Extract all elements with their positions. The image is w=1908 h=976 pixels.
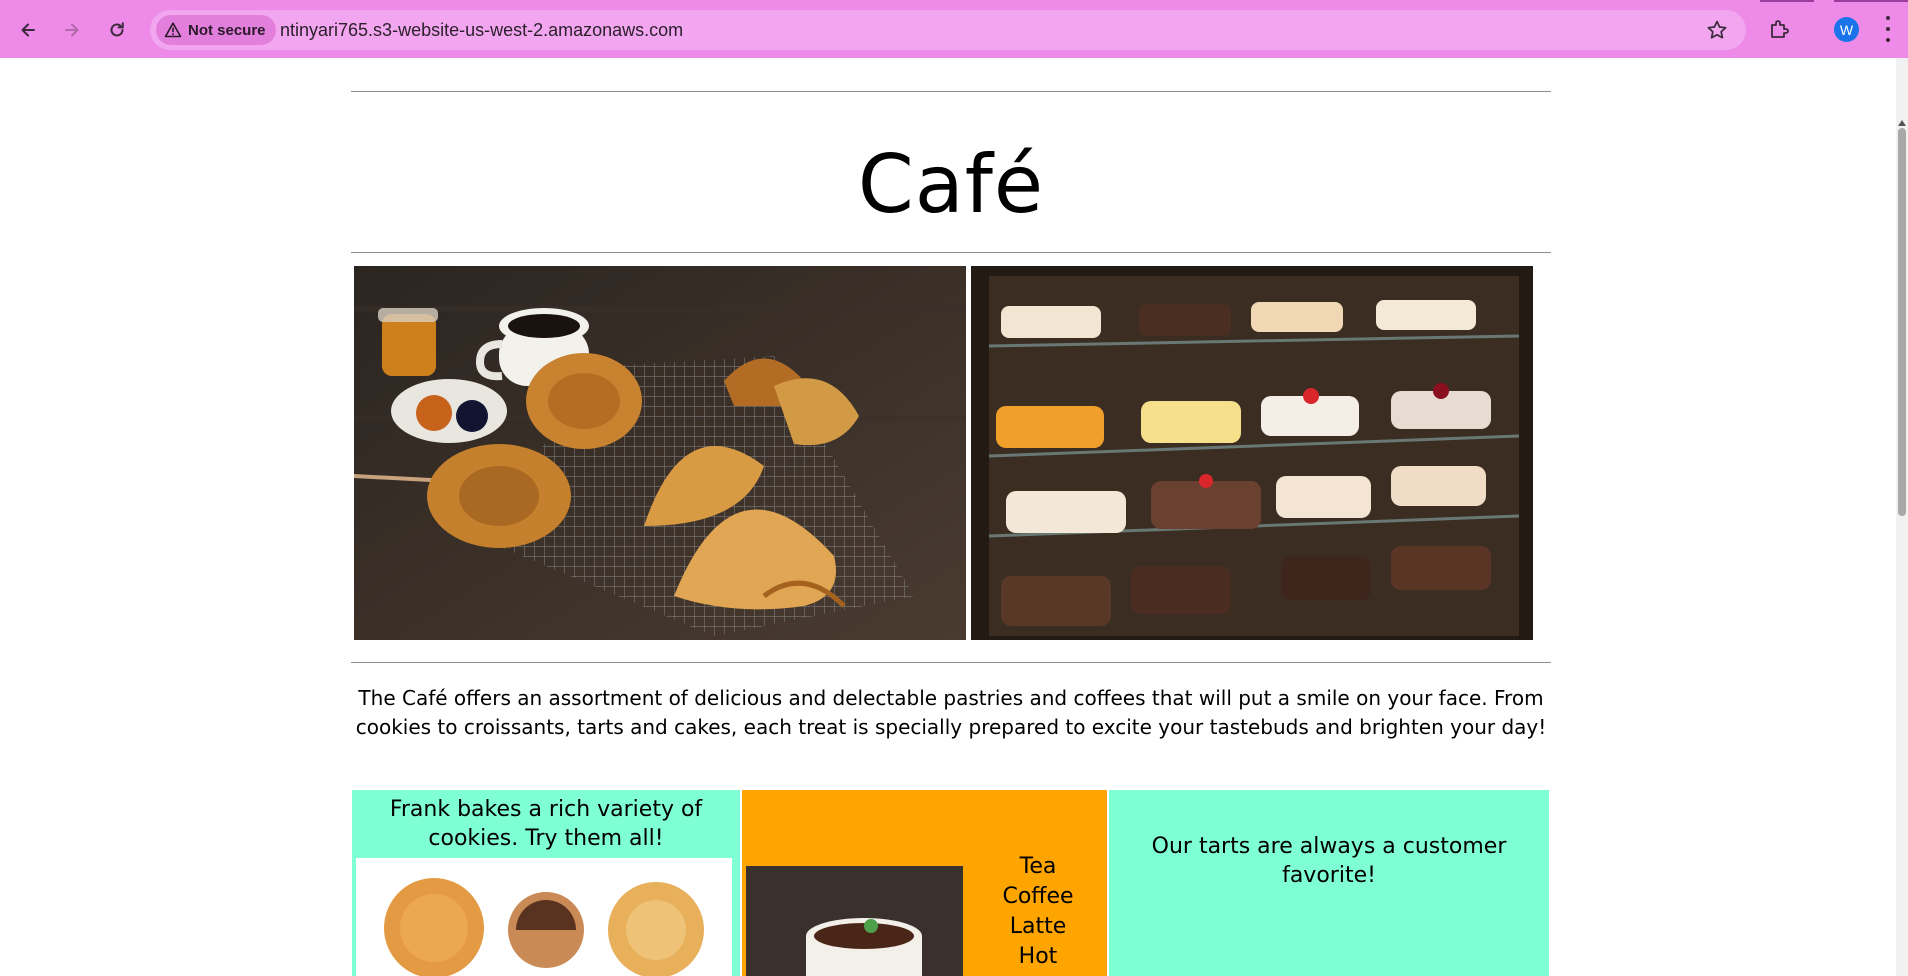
back-arrow-icon bbox=[21, 23, 35, 37]
intro-paragraph: The Café offers an assortment of delicio… bbox=[355, 686, 1547, 739]
reload-button[interactable] bbox=[101, 14, 133, 46]
page-title: Café bbox=[857, 138, 1045, 231]
drink-item: Coffee bbox=[1002, 884, 1074, 909]
back-button[interactable] bbox=[12, 14, 44, 46]
bookmark-star-icon[interactable] bbox=[1706, 19, 1728, 41]
cake-display-image bbox=[971, 266, 1533, 640]
cookies-text: Frank bakes a rich variety of cookies. T… bbox=[389, 797, 703, 851]
tarts-card: Our tarts are always a customer favorite… bbox=[1109, 790, 1549, 976]
hot-chocolate-image bbox=[746, 866, 963, 976]
scroll-up-arrow-icon[interactable] bbox=[1898, 120, 1906, 126]
extensions-puzzle-icon[interactable] bbox=[1768, 17, 1792, 41]
forward-arrow-icon bbox=[65, 23, 79, 37]
warning-icon bbox=[164, 22, 182, 38]
tab-strip-edge bbox=[1760, 0, 1814, 2]
address-bar[interactable]: Not secure ntinyari765.s3-website-us-wes… bbox=[150, 10, 1746, 50]
cookies-image bbox=[356, 858, 732, 976]
reload-icon bbox=[110, 22, 124, 37]
scroll-thumb[interactable] bbox=[1898, 128, 1906, 516]
url-text[interactable]: ntinyari765.s3-website-us-west-2.amazona… bbox=[280, 20, 683, 41]
coffee-card: Tea Coffee Latte Hot bbox=[740, 790, 1109, 976]
drink-item: Latte bbox=[1009, 914, 1067, 939]
security-chip-label: Not secure bbox=[188, 21, 266, 39]
menu-kebab-icon[interactable] bbox=[1884, 16, 1892, 42]
divider bbox=[351, 252, 1551, 253]
tarts-text: Our tarts are always a customer favorite… bbox=[1151, 834, 1507, 888]
cookies-card: Frank bakes a rich variety of cookies. T… bbox=[352, 790, 740, 976]
profile-avatar[interactable]: W bbox=[1834, 17, 1859, 42]
security-chip[interactable]: Not secure bbox=[156, 15, 276, 45]
page-viewport: Café The Café offers an assortment of de… bbox=[0, 58, 1908, 976]
drink-item: Tea bbox=[1019, 854, 1057, 879]
divider bbox=[351, 662, 1551, 663]
pastries-image bbox=[354, 266, 966, 640]
drinks-list: Tea Coffee Latte Hot bbox=[974, 852, 1102, 972]
drink-item: Hot bbox=[1018, 944, 1058, 969]
divider bbox=[351, 91, 1551, 92]
browser-toolbar: Not secure ntinyari765.s3-website-us-wes… bbox=[0, 0, 1908, 58]
tab-strip-edge bbox=[1834, 0, 1908, 2]
page-scrollbar[interactable] bbox=[1896, 58, 1908, 976]
forward-button[interactable] bbox=[56, 14, 88, 46]
